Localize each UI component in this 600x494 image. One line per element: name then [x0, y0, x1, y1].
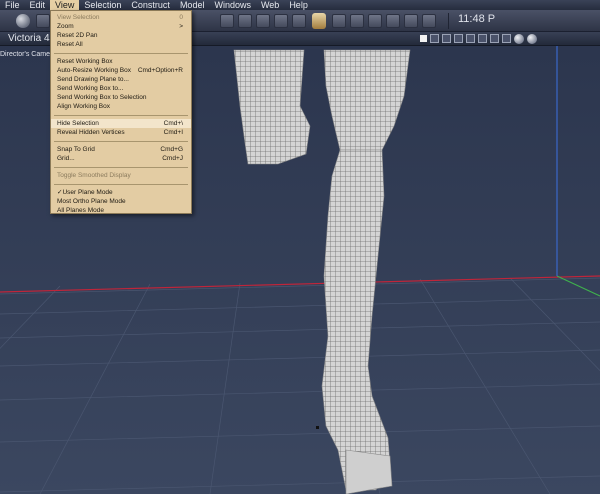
- deform-tool-icon[interactable]: [422, 14, 436, 28]
- menu-item-all-planes-mode[interactable]: All Planes Mode: [51, 206, 191, 215]
- menu-item-reset-working-box[interactable]: Reset Working Box: [51, 57, 191, 66]
- display-mode-icons: [420, 34, 537, 44]
- menu-help[interactable]: Help: [284, 0, 313, 10]
- outline-cube-icon[interactable]: [502, 34, 511, 43]
- menu-selection[interactable]: Selection: [79, 0, 126, 10]
- menu-separator: [54, 53, 188, 54]
- menu-item-shortcut: Cmd+I: [163, 129, 183, 136]
- menu-item-reveal-hidden-vertices[interactable]: Reveal Hidden Vertices Cmd+I: [51, 128, 191, 137]
- menu-item-snap-to-grid[interactable]: Snap To Grid Cmd+G: [51, 145, 191, 154]
- menu-item-label: Send Working Box to Selection: [57, 94, 147, 101]
- menu-item-label: ✓User Plane Mode: [57, 189, 113, 196]
- menu-item-label: Zoom: [57, 23, 74, 30]
- menu-item-label: Auto-Resize Working Box: [57, 67, 131, 74]
- menu-item-send-drawing-plane[interactable]: Send Drawing Plane to...: [51, 75, 191, 84]
- menu-item-view-selection: View Selection 0: [51, 13, 191, 22]
- flag-tool-icon[interactable]: [332, 14, 346, 28]
- menu-item-label: Snap To Grid: [57, 146, 95, 153]
- menu-item-most-ortho-plane-mode[interactable]: Most Ortho Plane Mode: [51, 197, 191, 206]
- menu-item-shortcut: Cmd+J: [162, 155, 183, 162]
- menu-item-reset-all[interactable]: Reset All: [51, 40, 191, 49]
- menu-separator: [54, 141, 188, 142]
- origin-marker: [316, 426, 319, 429]
- smooth-shade-icon[interactable]: [466, 34, 475, 43]
- menu-item-toggle-smoothed-display: Toggle Smoothed Display: [51, 171, 191, 180]
- camera-label[interactable]: Director's Camera: [0, 51, 56, 58]
- menu-item-shortcut: Cmd+Option+R: [137, 67, 183, 74]
- figure-tool-icon[interactable]: [312, 13, 326, 29]
- menu-separator: [54, 184, 188, 185]
- scale-tool-icon[interactable]: [256, 14, 270, 28]
- menu-item-shortcut: 0: [179, 14, 183, 21]
- menu-item-shortcut: Cmd+G: [160, 146, 183, 153]
- menu-item-auto-resize-working-box[interactable]: Auto-Resize Working Box Cmd+Option+R: [51, 66, 191, 75]
- shaded-box-icon[interactable]: [454, 34, 463, 43]
- menu-item-shortcut: Cmd+\: [163, 120, 183, 127]
- menu-item-send-working-box[interactable]: Send Working Box to...: [51, 84, 191, 93]
- box-select-icon[interactable]: [220, 14, 234, 28]
- submenu-arrow-icon: >: [179, 23, 183, 30]
- sphere-tool-icon[interactable]: [16, 14, 30, 28]
- menu-item-label: Send Drawing Plane to...: [57, 76, 129, 83]
- menu-item-label: View Selection: [57, 14, 100, 21]
- mesh-foot: [345, 449, 393, 494]
- menu-item-label: Reveal Hidden Vertices: [57, 129, 125, 136]
- menu-file[interactable]: File: [0, 0, 25, 10]
- menu-item-label: Toggle Smoothed Display: [57, 172, 131, 179]
- view-menu-dropdown: View Selection 0 Zoom > Reset 2D Pan Res…: [50, 10, 192, 214]
- viewport-title[interactable]: Victoria 4: [8, 33, 50, 44]
- menu-item-label: Most Ortho Plane Mode: [57, 198, 126, 205]
- menu-item-user-plane-mode[interactable]: ✓User Plane Mode: [51, 188, 191, 197]
- menu-item-hide-selection[interactable]: Hide Selection Cmd+\: [51, 119, 191, 128]
- clock-readout: 11:48 P: [458, 13, 496, 25]
- menu-item-align-working-box[interactable]: Align Working Box: [51, 102, 191, 111]
- toolbar-separator: [448, 13, 449, 29]
- menu-item-grid[interactable]: Grid... Cmd+J: [51, 154, 191, 163]
- rotate-tool-icon[interactable]: [238, 14, 252, 28]
- menu-windows[interactable]: Windows: [209, 0, 256, 10]
- menu-item-label: Reset 2D Pan: [57, 32, 98, 39]
- menu-item-label: Send Working Box to...: [57, 85, 124, 92]
- tool-button-1-icon[interactable]: [36, 14, 50, 28]
- camera-tool-icon[interactable]: [386, 14, 400, 28]
- paint-tool-icon[interactable]: [292, 14, 306, 28]
- menu-construct[interactable]: Construct: [126, 0, 175, 10]
- menu-web[interactable]: Web: [256, 0, 284, 10]
- menu-edit[interactable]: Edit: [25, 0, 51, 10]
- hidden-line-icon[interactable]: [442, 34, 451, 43]
- mesh-thigh-left: [233, 49, 311, 165]
- menu-item-label: Grid...: [57, 155, 75, 162]
- menu-item-label: Align Working Box: [57, 103, 110, 110]
- menu-item-send-working-box-selection[interactable]: Send Working Box to Selection: [51, 93, 191, 102]
- menu-item-label: Reset Working Box: [57, 58, 113, 65]
- app-window: Director's Camera Victoria 4 11:48 P Fil…: [0, 0, 600, 494]
- menu-bar: File Edit View Selection Construct Model…: [0, 0, 600, 10]
- menu-view[interactable]: View: [50, 0, 80, 10]
- menu-separator: [54, 167, 188, 168]
- menu-model[interactable]: Model: [175, 0, 210, 10]
- menu-separator: [54, 115, 188, 116]
- cube-icon[interactable]: [490, 34, 499, 43]
- bone-tool-icon[interactable]: [404, 14, 418, 28]
- light-tool-icon[interactable]: [368, 14, 382, 28]
- menu-item-zoom[interactable]: Zoom >: [51, 22, 191, 31]
- menu-item-label: All Planes Mode: [57, 207, 104, 214]
- solid-square-icon[interactable]: [420, 35, 427, 42]
- final-render-sphere-icon[interactable]: [527, 34, 537, 44]
- menu-item-label: Reset All: [57, 41, 83, 48]
- texture-icon[interactable]: [478, 34, 487, 43]
- render-sphere-icon[interactable]: [514, 34, 524, 44]
- menu-item-reset-2d-pan[interactable]: Reset 2D Pan: [51, 31, 191, 40]
- wireframe-box-icon[interactable]: [430, 34, 439, 43]
- tag-tool-icon[interactable]: [350, 14, 364, 28]
- move-tool-icon[interactable]: [274, 14, 288, 28]
- menu-item-label: Hide Selection: [57, 120, 99, 127]
